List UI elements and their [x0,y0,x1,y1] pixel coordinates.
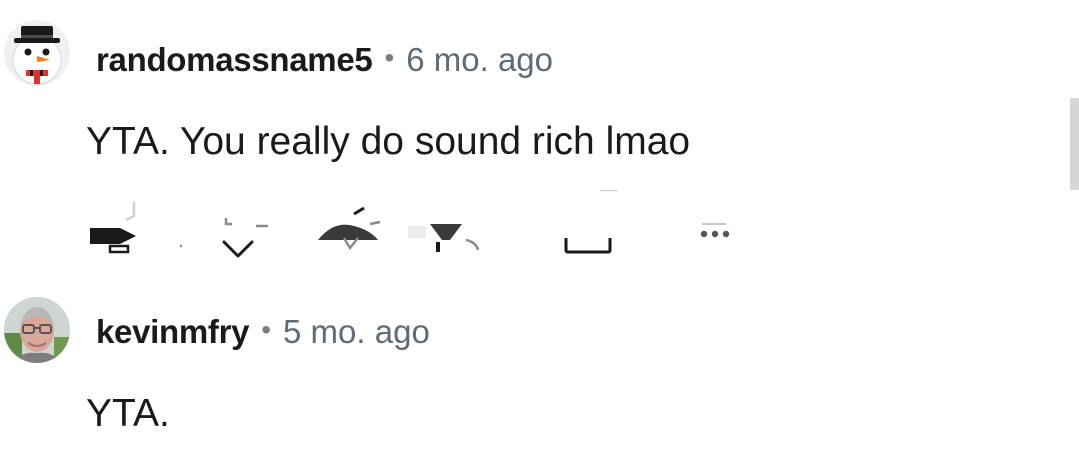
downvote-icon[interactable] [168,190,268,260]
meta-separator: • [261,314,272,345]
comment-meta: randomassname5 • 6 mo. ago [96,38,553,82]
username[interactable]: kevinmfry [96,313,250,351]
more-icon[interactable] [686,190,746,260]
comment-age: 6 mo. ago [406,41,554,78]
comment: kevinmfry • 5 mo. ago YTA. [0,280,1079,474]
save-icon[interactable] [556,190,646,260]
comment-body: YTA. You really do sound rich lmao [86,120,691,163]
comment-age: 5 mo. ago [283,313,430,350]
user-photo-avatar-icon [4,297,70,363]
avatar[interactable] [4,20,70,86]
snowman-avatar-icon [12,26,62,85]
username[interactable]: randomassname5 [96,41,373,79]
comment-actions [86,190,746,260]
reply-icon[interactable] [314,190,394,260]
comment-body: YTA. [86,392,170,435]
meta-separator: • [384,42,395,73]
comment: randomassname5 • 6 mo. ago YTA. You real… [0,0,1079,280]
scrollbar[interactable] [1070,98,1079,190]
share-icon[interactable] [86,190,146,260]
award-icon[interactable] [404,190,494,260]
avatar[interactable] [4,297,70,363]
comment-meta: kevinmfry • 5 mo. ago [96,310,430,354]
